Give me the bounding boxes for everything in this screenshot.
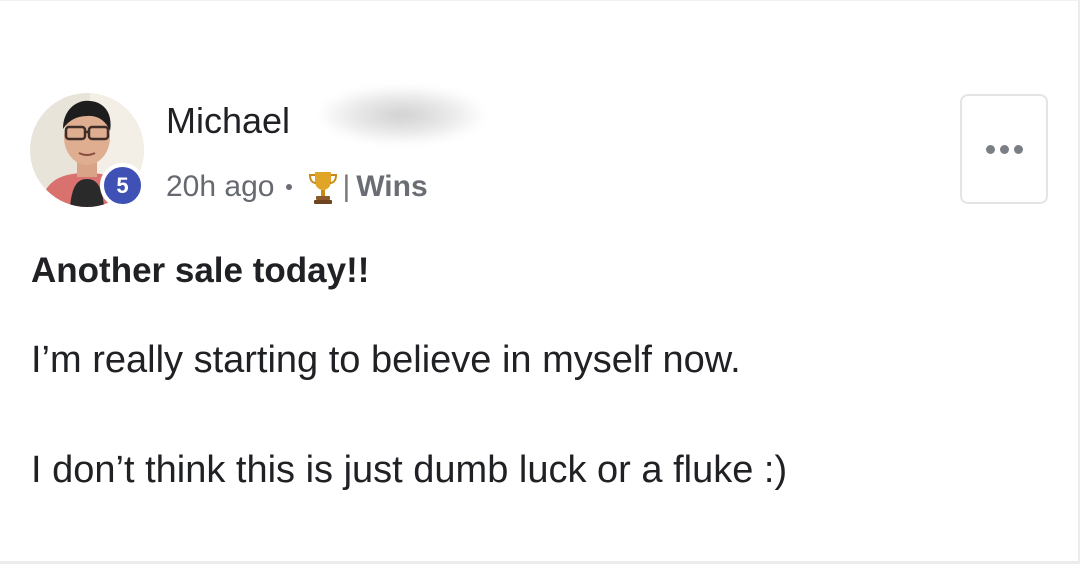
post-body-paragraph: I don’t think this is just dumb luck or … (31, 449, 788, 491)
post-time[interactable]: 20h ago (166, 170, 274, 204)
category-link[interactable]: Wins (356, 170, 427, 204)
post-title: Another sale today!! (31, 251, 370, 290)
redacted-surname-blur (322, 87, 482, 143)
post-meta: 20h ago | Wins (166, 167, 428, 207)
post-body: I’m really starting to believe in myself… (31, 337, 1031, 557)
post-card: 5 Michael 20h ago | Wins Another sale to… (0, 0, 1080, 564)
post-header: 5 Michael 20h ago | Wins (30, 87, 1050, 213)
category-divider: | (342, 170, 351, 203)
trophy-icon (308, 169, 338, 205)
more-options-button[interactable] (960, 94, 1048, 204)
post-body-paragraph: I’m really starting to believe in myself… (31, 339, 741, 381)
meta-separator-dot (286, 184, 293, 190)
author-avatar-wrapper[interactable]: 5 (30, 93, 145, 208)
more-horizontal-icon (985, 144, 1023, 154)
level-badge: 5 (100, 163, 145, 208)
author-name[interactable]: Michael (166, 101, 290, 141)
